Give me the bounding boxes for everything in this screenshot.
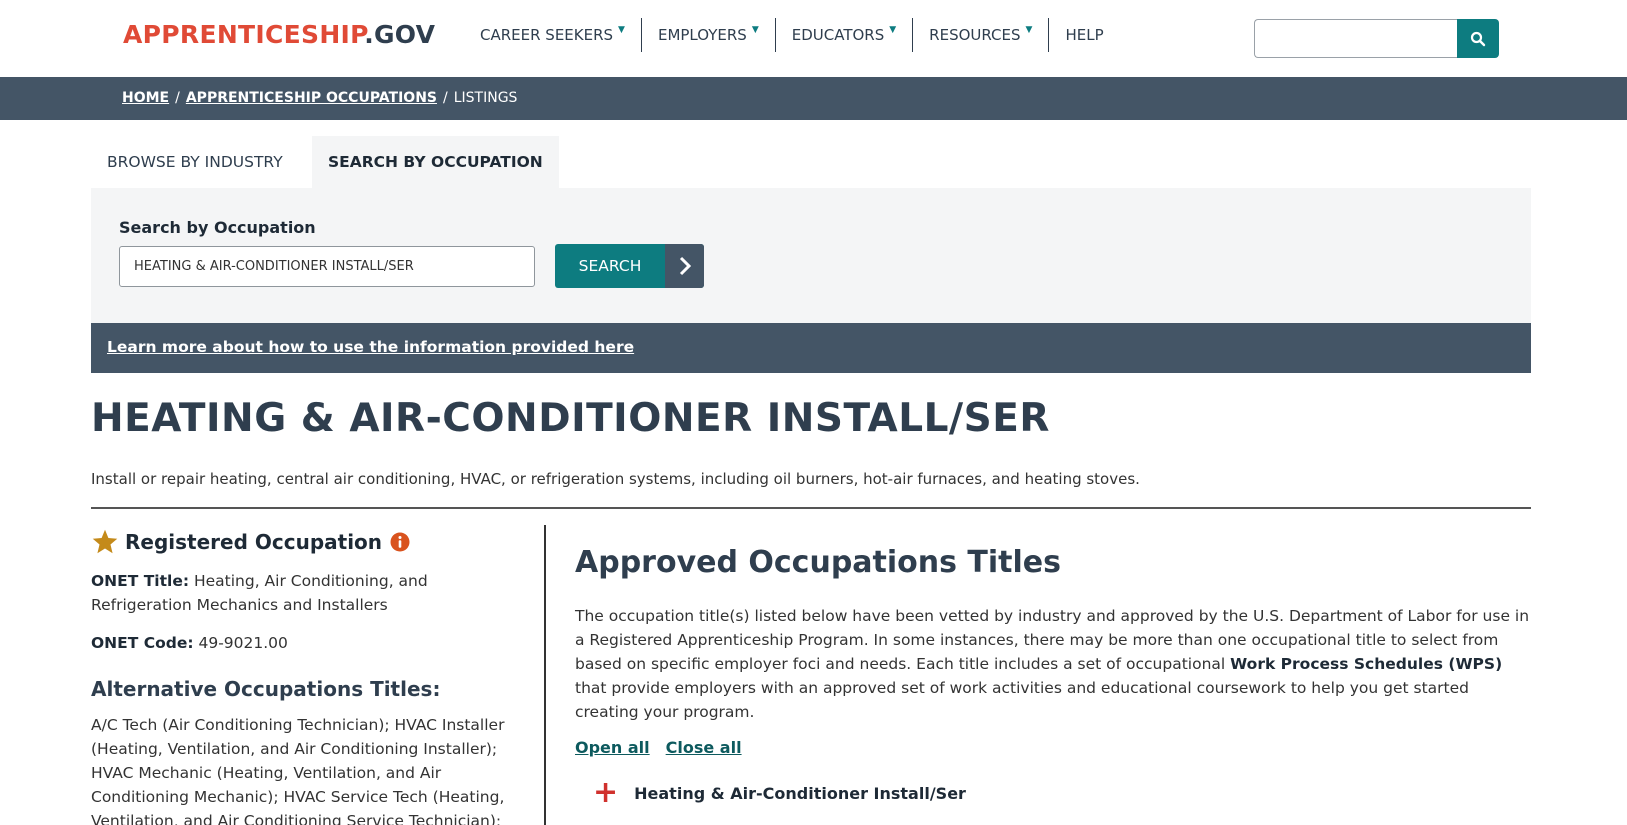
occupation-search-button[interactable]: SEARCH [555, 244, 704, 288]
breadcrumb-home[interactable]: HOME [122, 90, 169, 106]
caret-down-icon: ▼ [889, 25, 897, 35]
page-title: HEATING & AIR-CONDITIONER INSTALL/SER [91, 396, 1050, 441]
registered-occupation-label: Registered Occupation [125, 530, 383, 554]
accordion-item-title: Heating & Air-Conditioner Install/Ser [634, 783, 966, 803]
caret-down-icon: ▼ [1025, 25, 1033, 35]
site-search-input[interactable] [1254, 19, 1458, 58]
nav-educators[interactable]: EDUCATORS ▼ [776, 18, 914, 52]
plus-icon: + [593, 775, 619, 810]
breadcrumb-occupations[interactable]: APPRENTICESHIP OCCUPATIONS [186, 90, 437, 106]
learn-more-bar: Learn more about how to use the informat… [91, 323, 1531, 373]
search-panel-label: Search by Occupation [119, 218, 316, 237]
nav-resources[interactable]: RESOURCES ▼ [913, 18, 1050, 52]
caret-down-icon: ▼ [618, 25, 625, 35]
tab-search-by-occupation[interactable]: SEARCH BY OCCUPATION [312, 136, 559, 188]
site-header: APPRENTICESHIP.GOV CAREER SEEKERS ▼ EMPLO… [0, 0, 1627, 77]
info-icon[interactable] [390, 532, 410, 552]
nav-label: EMPLOYERS [657, 26, 747, 44]
body-text: that provide employers with an approved … [575, 679, 1469, 721]
onet-code: ONET Code: 49-9021.00 [91, 631, 526, 655]
alternative-titles-text: A/C Tech (Air Conditioning Technician); … [91, 716, 505, 825]
main-nav: CAREER SEEKERS ▼ EMPLOYERS ▼ EDUCATORS ▼ RE… [466, 18, 1120, 52]
breadcrumb: HOME / APPRENTICESHIP OCCUPATIONS / LIST… [122, 90, 517, 106]
wps-term: Work Process Schedules (WPS) [1230, 655, 1503, 673]
divider [91, 507, 1531, 509]
occupation-details: Registered Occupation ONET Title: Heatin… [91, 525, 526, 825]
nav-label: CAREER SEEKERS [480, 26, 614, 44]
approved-titles-body: The occupation title(s) listed below hav… [575, 604, 1535, 724]
logo-text-suffix: .GOV [364, 20, 436, 49]
search-icon [1470, 31, 1486, 46]
accordion-item[interactable]: + Heating & Air-Conditioner Install/Ser [593, 775, 1535, 810]
onet-title-label: ONET Title: [91, 572, 190, 590]
breadcrumb-bar: HOME / APPRENTICESHIP OCCUPATIONS / LIST… [0, 77, 1627, 120]
onet-title: ONET Title: Heating, Air Conditioning, a… [91, 569, 526, 617]
nav-label: EDUCATORS [791, 26, 885, 44]
onet-code-value: 49-9021.00 [198, 634, 288, 652]
tab-browse-by-industry[interactable]: BROWSE BY INDUSTRY [91, 136, 311, 188]
site-search-button[interactable] [1457, 19, 1499, 58]
onet-code-label: ONET Code: [91, 634, 194, 652]
nav-label: RESOURCES [929, 26, 1021, 44]
nav-career-seekers[interactable]: CAREER SEEKERS ▼ [466, 18, 642, 52]
close-all-link[interactable]: Close all [666, 738, 742, 757]
column-divider [544, 525, 546, 825]
open-all-link[interactable]: Open all [575, 738, 650, 757]
occupation-search-input[interactable] [119, 246, 535, 287]
alternative-titles-heading: Alternative Occupations Titles: [91, 677, 441, 701]
breadcrumb-separator: / [443, 90, 448, 106]
breadcrumb-separator: / [175, 90, 180, 106]
registered-occupation-heading: Registered Occupation [91, 525, 526, 559]
breadcrumb-current: LISTINGS [453, 90, 518, 106]
approved-titles-section: Approved Occupations Titles The occupati… [575, 545, 1535, 810]
occupation-description: Install or repair heating, central air c… [91, 470, 1140, 488]
search-button-label: SEARCH [578, 257, 642, 275]
logo-text-primary: APPRENTICESHIP [123, 20, 365, 49]
accordion-controls: Open all Close all [575, 738, 1535, 757]
approved-titles-heading: Approved Occupations Titles [575, 545, 1062, 580]
nav-help[interactable]: HELP [1049, 18, 1119, 52]
caret-down-icon: ▼ [751, 25, 759, 35]
nav-employers[interactable]: EMPLOYERS ▼ [642, 18, 776, 52]
chevron-right-icon [665, 244, 704, 288]
star-icon [92, 529, 118, 554]
nav-label: HELP [1065, 26, 1104, 44]
site-logo[interactable]: APPRENTICESHIP.GOV [123, 20, 435, 49]
learn-more-link[interactable]: Learn more about how to use the informat… [107, 338, 634, 356]
search-panel: Search by Occupation SEARCH [91, 188, 1531, 323]
